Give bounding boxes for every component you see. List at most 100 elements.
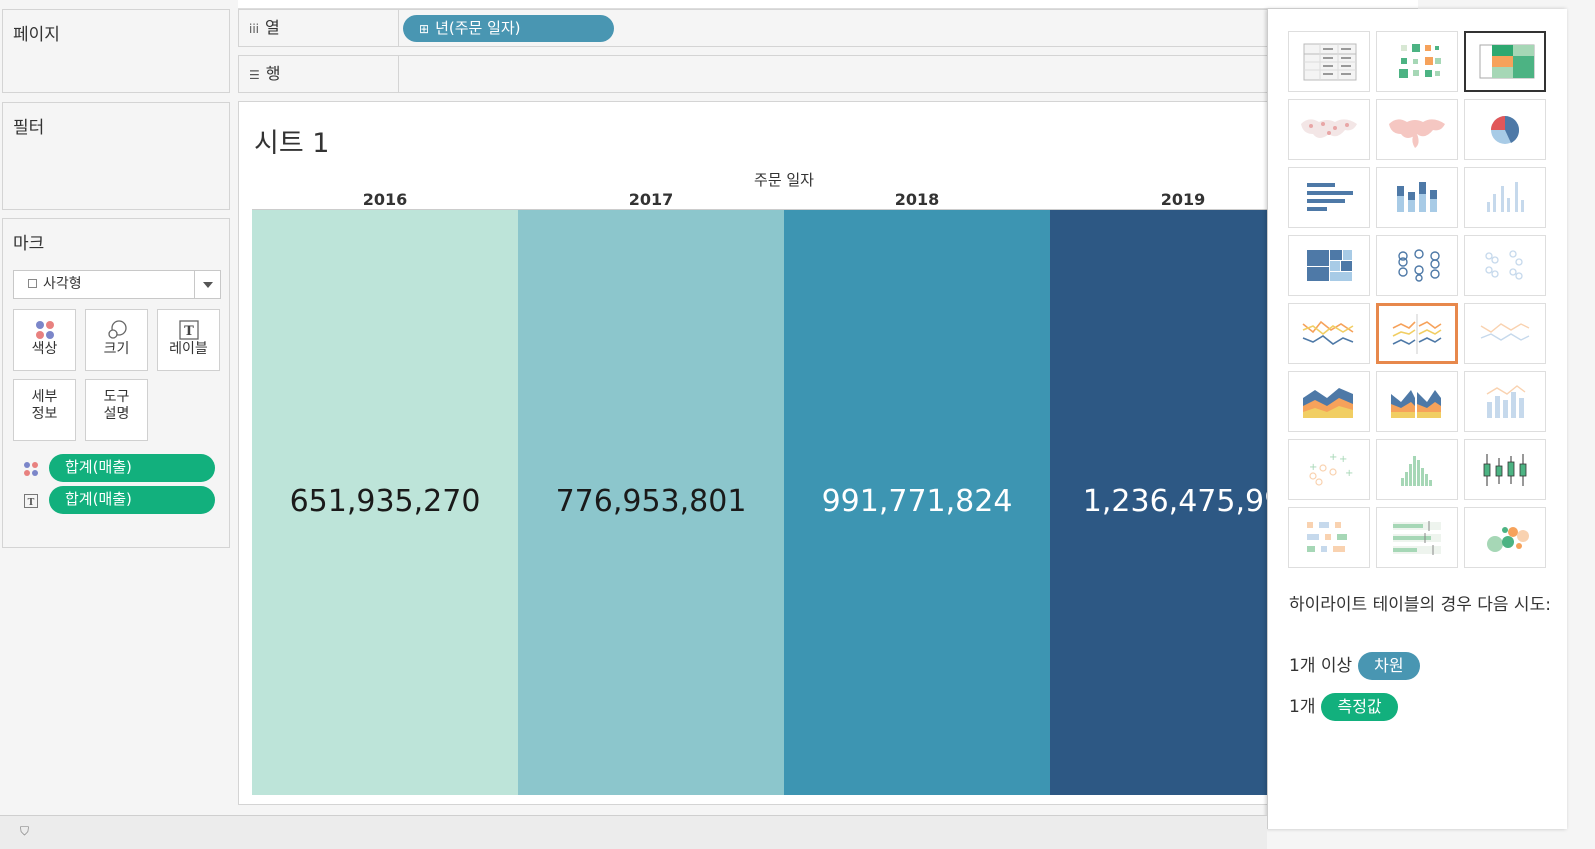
chevron-down-icon[interactable] xyxy=(194,271,220,298)
pages-card-title: 페이지 xyxy=(13,25,60,45)
symbol-map-icon xyxy=(1301,119,1357,138)
measure-requirement: 1개 측정값 xyxy=(1289,692,1398,721)
label-measure-pill[interactable]: 합계(매출) xyxy=(49,486,215,514)
show-me-area-continuous[interactable] xyxy=(1288,371,1370,432)
label-encoding-icon: T xyxy=(23,493,39,509)
filters-card-title: 필터 xyxy=(13,118,45,138)
sheet-title: 시트 1 xyxy=(254,128,330,159)
measure-requirement-count: 1개 xyxy=(1289,697,1316,717)
gantt-chart-icon xyxy=(1307,522,1347,552)
dimension-badge: 차원 xyxy=(1358,652,1420,680)
show-me-horizontal-bars[interactable] xyxy=(1288,167,1370,228)
show-me-text-table[interactable] xyxy=(1288,31,1370,92)
horizontal-bars-icon xyxy=(1307,183,1353,211)
histogram-icon xyxy=(1401,456,1432,486)
tile-2019[interactable]: 1,236,475,99 xyxy=(1050,210,1297,795)
mark-type-label: 사각형 xyxy=(43,276,82,292)
mark-type-dropdown[interactable]: 사각형 xyxy=(13,270,221,299)
year-order-date-pill[interactable]: ⊞ 년(주문 일자) xyxy=(403,15,614,42)
scatter-plot-icon: ++++ xyxy=(1309,452,1353,486)
dimension-requirement: 1개 이상 차원 xyxy=(1289,651,1420,680)
expand-plus-icon[interactable]: ⊞ xyxy=(419,22,429,36)
rows-icon: ☰ xyxy=(249,68,260,82)
svg-text:T: T xyxy=(28,498,35,508)
tile-value-2017: 776,953,801 xyxy=(555,484,747,519)
heat-map-icon xyxy=(1399,44,1441,78)
color-icon xyxy=(14,319,75,341)
dual-lines-icon xyxy=(1480,323,1530,341)
show-me-dual-combination[interactable] xyxy=(1464,371,1546,432)
tile-2018[interactable]: 991,771,824 xyxy=(784,210,1050,795)
show-me-lines-continuous[interactable] xyxy=(1288,303,1370,364)
columns-shelf[interactable]: iii 열 ⊞ 년(주문 일자) xyxy=(238,9,1298,47)
show-me-side-by-side-bars[interactable] xyxy=(1464,167,1546,228)
stacked-bars-icon xyxy=(1397,182,1437,212)
size-button[interactable]: 크기 xyxy=(85,309,148,371)
filters-card[interactable]: 필터 xyxy=(2,102,230,210)
rows-shelf-label: ☰ 행 xyxy=(239,56,399,92)
show-me-side-by-side-circles[interactable] xyxy=(1464,235,1546,296)
tooltip-button[interactable]: 도구 설명 xyxy=(85,379,148,441)
worksheet-view[interactable]: 시트 1 주문 일자 2016 2017 2018 2019 651,935,2… xyxy=(238,101,1298,805)
column-header-field: 주문 일자 xyxy=(754,171,814,189)
show-me-area-discrete[interactable] xyxy=(1376,371,1458,432)
label-button-label: 레이블 xyxy=(169,341,208,357)
show-me-stacked-bars[interactable] xyxy=(1376,167,1458,228)
treemap-icon xyxy=(1307,250,1352,281)
label-button[interactable]: T 레이블 xyxy=(157,309,220,371)
show-me-gantt-chart[interactable] xyxy=(1288,507,1370,568)
discrete-area-icon xyxy=(1391,390,1441,418)
continuous-lines-icon xyxy=(1302,320,1354,345)
color-button[interactable]: 색상 xyxy=(13,309,76,371)
color-encoding-icon xyxy=(23,461,39,477)
column-header-2018[interactable]: 2018 xyxy=(784,190,1050,209)
sheet-tabs-bar: ⛉ xyxy=(0,815,1267,849)
show-me-dual-lines[interactable] xyxy=(1464,303,1546,364)
color-button-label: 색상 xyxy=(31,341,58,357)
show-me-pie-chart[interactable] xyxy=(1464,99,1546,160)
text-table-icon xyxy=(1303,43,1357,81)
color-measure-pill[interactable]: 합계(매출) xyxy=(49,454,215,482)
tile-2016[interactable]: 651,935,270 xyxy=(252,210,518,795)
show-me-symbol-map[interactable] xyxy=(1288,99,1370,160)
show-me-box-whisker[interactable] xyxy=(1464,439,1546,500)
svg-text:+: + xyxy=(1345,468,1353,479)
show-me-hint: 하이라이트 테이블의 경우 다음 시도: xyxy=(1289,595,1551,615)
circle-views-icon xyxy=(1398,249,1440,282)
dimension-requirement-count: 1개 이상 xyxy=(1289,656,1353,676)
data-source-icon[interactable]: ⛉ xyxy=(20,824,29,839)
column-header-2016[interactable]: 2016 xyxy=(252,190,518,209)
pages-card[interactable]: 페이지 xyxy=(2,9,230,93)
tile-2017[interactable]: 776,953,801 xyxy=(518,210,784,795)
show-me-histogram[interactable] xyxy=(1376,439,1458,500)
highlight-table-icon xyxy=(1479,44,1535,79)
detail-button-label: 세부 정보 xyxy=(31,389,58,422)
detail-button[interactable]: 세부 정보 xyxy=(13,379,76,441)
pie-chart-icon xyxy=(1491,116,1520,144)
size-icon xyxy=(86,319,147,341)
side-by-side-circles-icon xyxy=(1485,250,1523,280)
show-me-packed-bubbles[interactable] xyxy=(1464,507,1546,568)
show-me-treemap[interactable] xyxy=(1288,235,1370,296)
svg-text:+: + xyxy=(1309,462,1317,473)
show-me-circle-views[interactable] xyxy=(1376,235,1458,296)
dual-combination-icon xyxy=(1486,385,1526,418)
packed-bubbles-icon xyxy=(1487,527,1529,552)
column-header-2017[interactable]: 2017 xyxy=(518,190,784,209)
show-me-lines-discrete[interactable] xyxy=(1376,303,1458,364)
svg-text:+: + xyxy=(1329,452,1337,463)
show-me-filled-map[interactable] xyxy=(1376,99,1458,160)
show-me-heat-map[interactable] xyxy=(1376,31,1458,92)
rows-shelf[interactable]: ☰ 행 xyxy=(238,55,1298,93)
highlight-table: 651,935,270 776,953,801 991,771,824 1,23… xyxy=(252,209,1297,795)
svg-text:T: T xyxy=(184,324,194,339)
marks-card-title: 마크 xyxy=(13,234,45,254)
svg-text:+: + xyxy=(1339,454,1347,465)
size-button-label: 크기 xyxy=(103,341,130,357)
column-header-2019[interactable]: 2019 xyxy=(1050,190,1297,209)
side-by-side-bars-icon xyxy=(1487,182,1524,212)
tile-value-2016: 651,935,270 xyxy=(289,484,481,519)
show-me-highlight-table[interactable] xyxy=(1464,31,1546,92)
show-me-scatter-plot[interactable]: + + + + xyxy=(1288,439,1370,500)
show-me-bullet-graph[interactable] xyxy=(1376,507,1458,568)
